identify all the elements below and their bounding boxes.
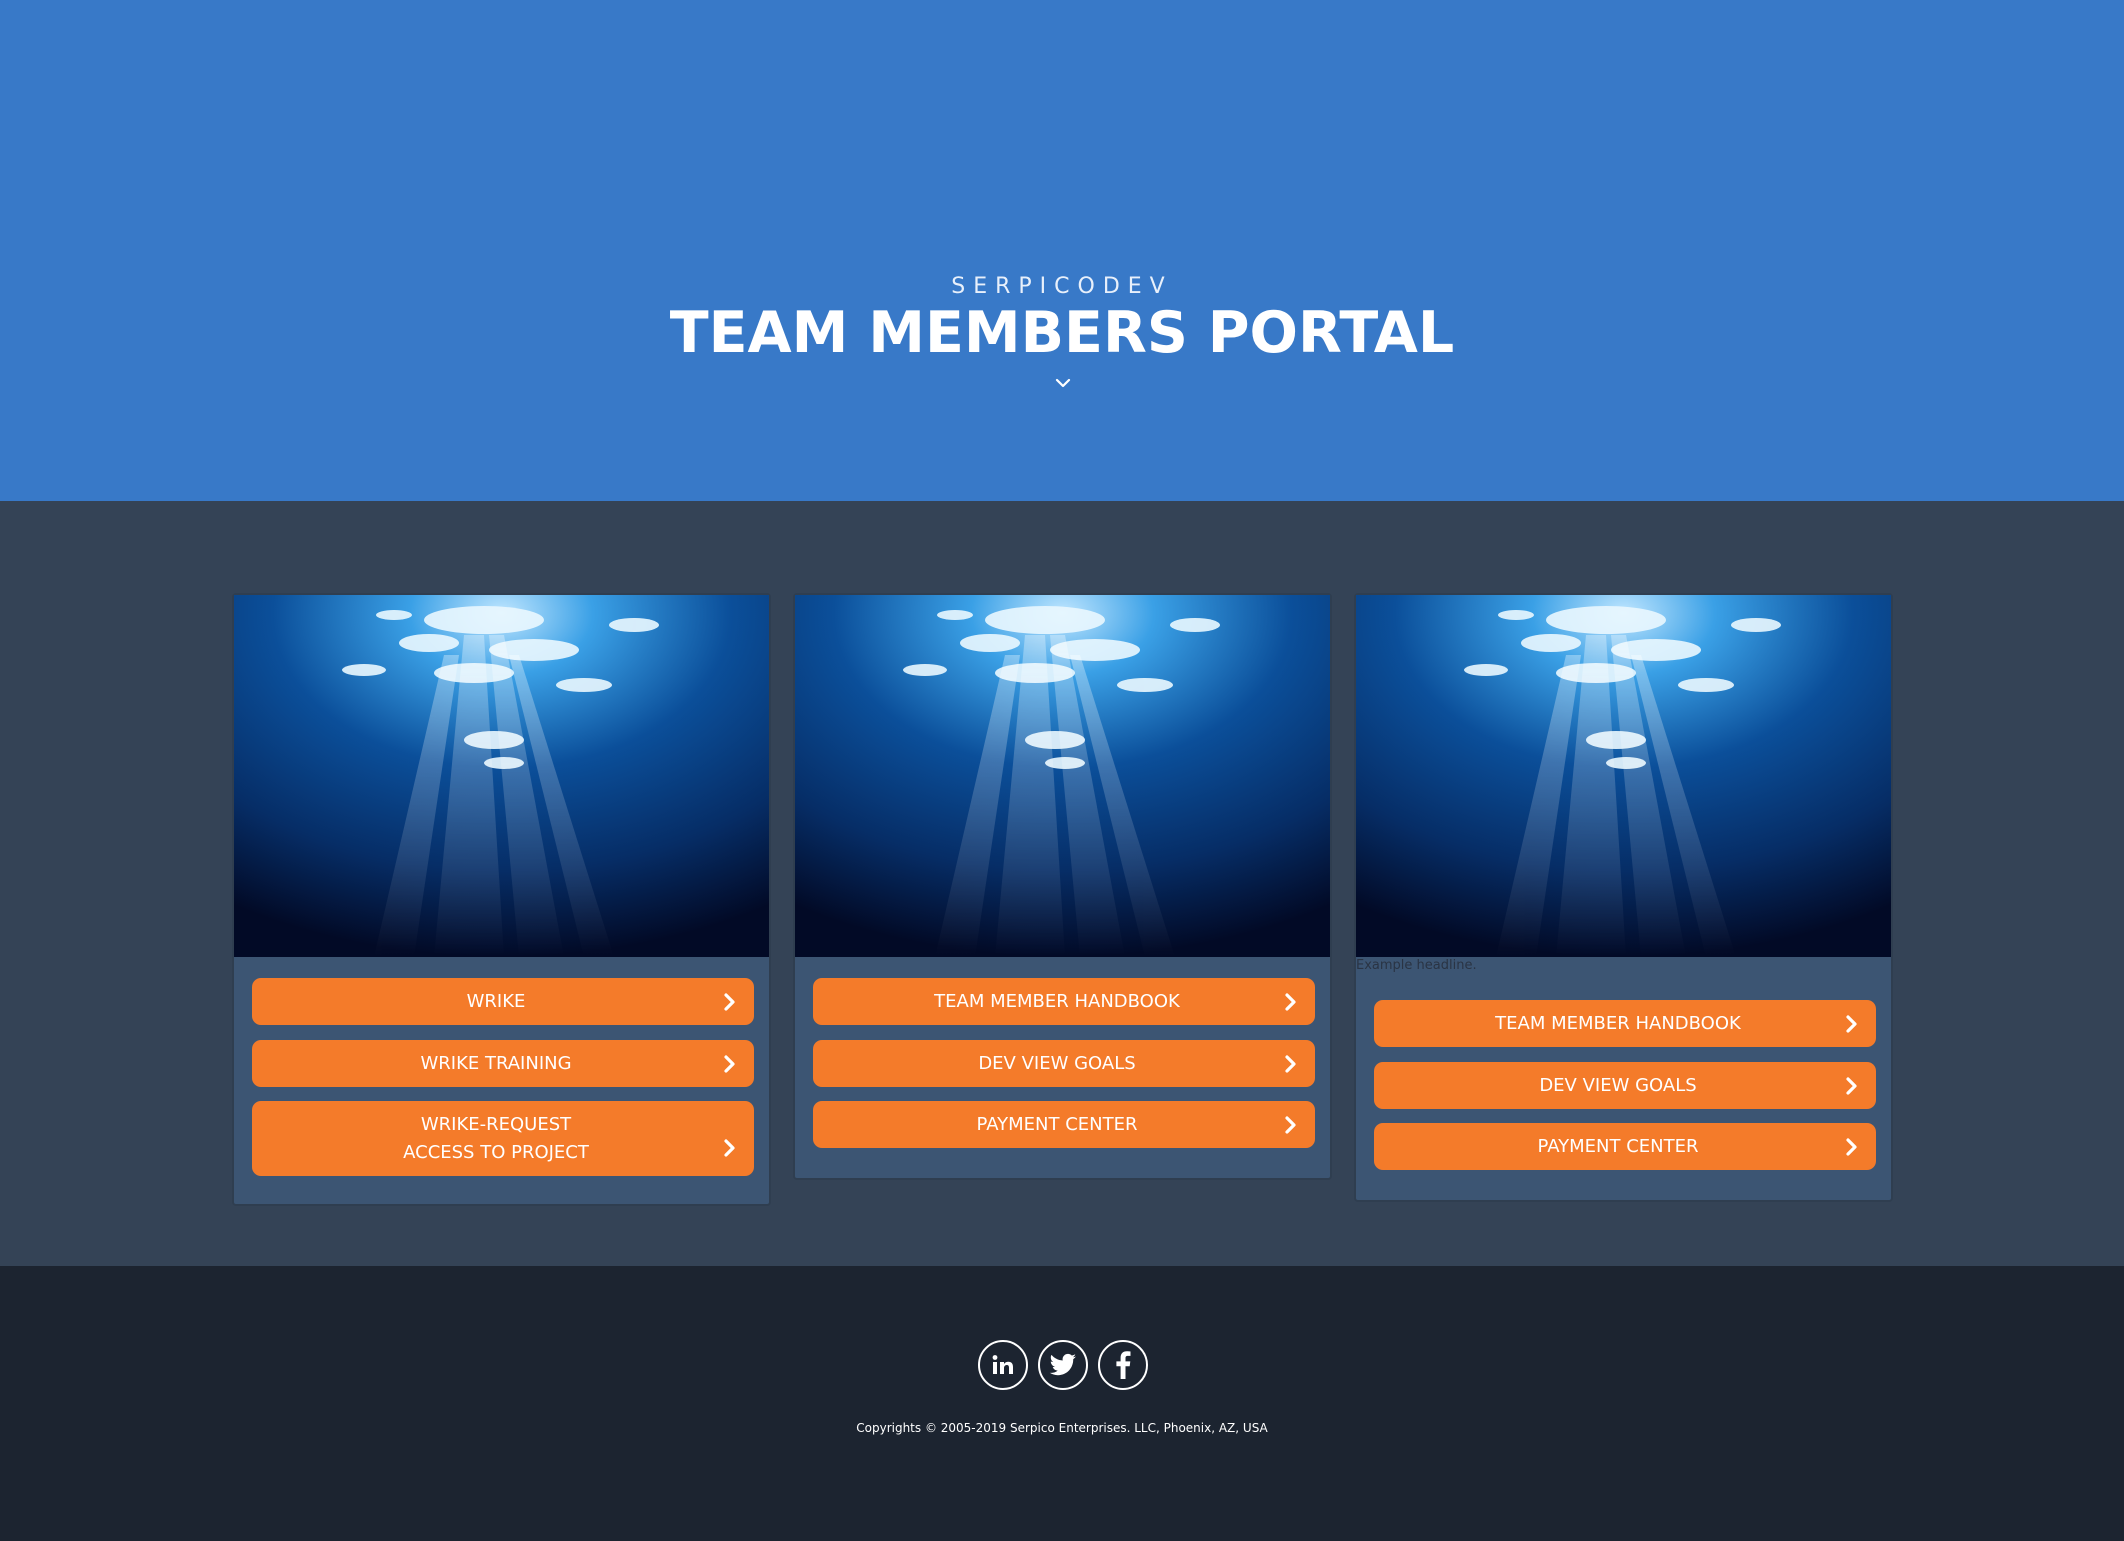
- wrike-training-button[interactable]: WRIKE TRAINING: [252, 1040, 754, 1087]
- wrike-request-access-button[interactable]: WRIKE-REQUEST ACCESS TO PROJECT: [252, 1101, 754, 1176]
- hero-banner: SERPICODEV TEAM MEMBERS PORTAL: [0, 0, 2124, 501]
- chevron-right-icon: [1283, 1116, 1299, 1134]
- button-label: WRIKE-REQUEST ACCESS TO PROJECT: [403, 1111, 603, 1167]
- chevron-right-icon: [1844, 1015, 1860, 1033]
- footer: Copyrights © 2005-2019 Serpico Enterpris…: [0, 1266, 2124, 1541]
- copyright-text: Copyrights © 2005-2019 Serpico Enterpris…: [856, 1421, 1268, 1435]
- chevron-right-icon: [722, 1055, 738, 1073]
- chevron-right-icon: [722, 993, 738, 1011]
- payment-center-button[interactable]: PAYMENT CENTER: [1374, 1123, 1876, 1170]
- card-handbook-headline: Example headline. TEAM MEMBER HANDBOOK D…: [1354, 593, 1893, 1202]
- button-label-line-2: ACCESS TO PROJECT: [403, 1141, 589, 1163]
- button-label: TEAM MEMBER HANDBOOK: [1495, 1012, 1741, 1034]
- wrike-button[interactable]: WRIKE: [252, 978, 754, 1025]
- chevron-right-icon: [722, 1139, 738, 1157]
- card-headline: Example headline.: [1356, 958, 1477, 973]
- button-label: PAYMENT CENTER: [1537, 1135, 1699, 1157]
- dev-view-goals-button[interactable]: DEV VIEW GOALS: [1374, 1062, 1876, 1109]
- chevron-down-icon[interactable]: [1052, 372, 1074, 394]
- button-label: PAYMENT CENTER: [976, 1113, 1138, 1135]
- button-label: TEAM MEMBER HANDBOOK: [934, 990, 1180, 1012]
- button-label: DEV VIEW GOALS: [978, 1052, 1136, 1074]
- linkedin-icon[interactable]: [978, 1340, 1028, 1390]
- cards-section: WRIKE WRIKE TRAINING WRIKE-REQUEST ACCES…: [0, 501, 2124, 1266]
- chevron-right-icon: [1844, 1138, 1860, 1156]
- button-label: WRIKE TRAINING: [420, 1052, 572, 1074]
- card-handbook: TEAM MEMBER HANDBOOK DEV VIEW GOALS PAYM…: [793, 593, 1332, 1180]
- chevron-right-icon: [1283, 993, 1299, 1011]
- team-member-handbook-button[interactable]: TEAM MEMBER HANDBOOK: [1374, 1000, 1876, 1047]
- card-wrike: WRIKE WRIKE TRAINING WRIKE-REQUEST ACCES…: [232, 593, 771, 1206]
- facebook-glyph: [1116, 1351, 1131, 1379]
- button-label-line-1: WRIKE-REQUEST: [420, 1113, 572, 1135]
- card-image: [795, 595, 1330, 957]
- team-member-handbook-button[interactable]: TEAM MEMBER HANDBOOK: [813, 978, 1315, 1025]
- button-label: WRIKE: [466, 990, 526, 1012]
- twitter-icon[interactable]: [1038, 1340, 1088, 1390]
- chevron-right-icon: [1283, 1055, 1299, 1073]
- linkedin-glyph: [992, 1355, 1013, 1374]
- brand-name: SERPICODEV: [951, 274, 1173, 299]
- card-image: [234, 595, 769, 957]
- dev-view-goals-button[interactable]: DEV VIEW GOALS: [813, 1040, 1315, 1087]
- card-image: [1356, 595, 1891, 957]
- chevron-right-icon: [1844, 1077, 1860, 1095]
- twitter-glyph: [1049, 1353, 1076, 1376]
- page-title: TEAM MEMBERS PORTAL: [669, 300, 1455, 366]
- button-label: DEV VIEW GOALS: [1539, 1074, 1697, 1096]
- payment-center-button[interactable]: PAYMENT CENTER: [813, 1101, 1315, 1148]
- facebook-icon[interactable]: [1098, 1340, 1148, 1390]
